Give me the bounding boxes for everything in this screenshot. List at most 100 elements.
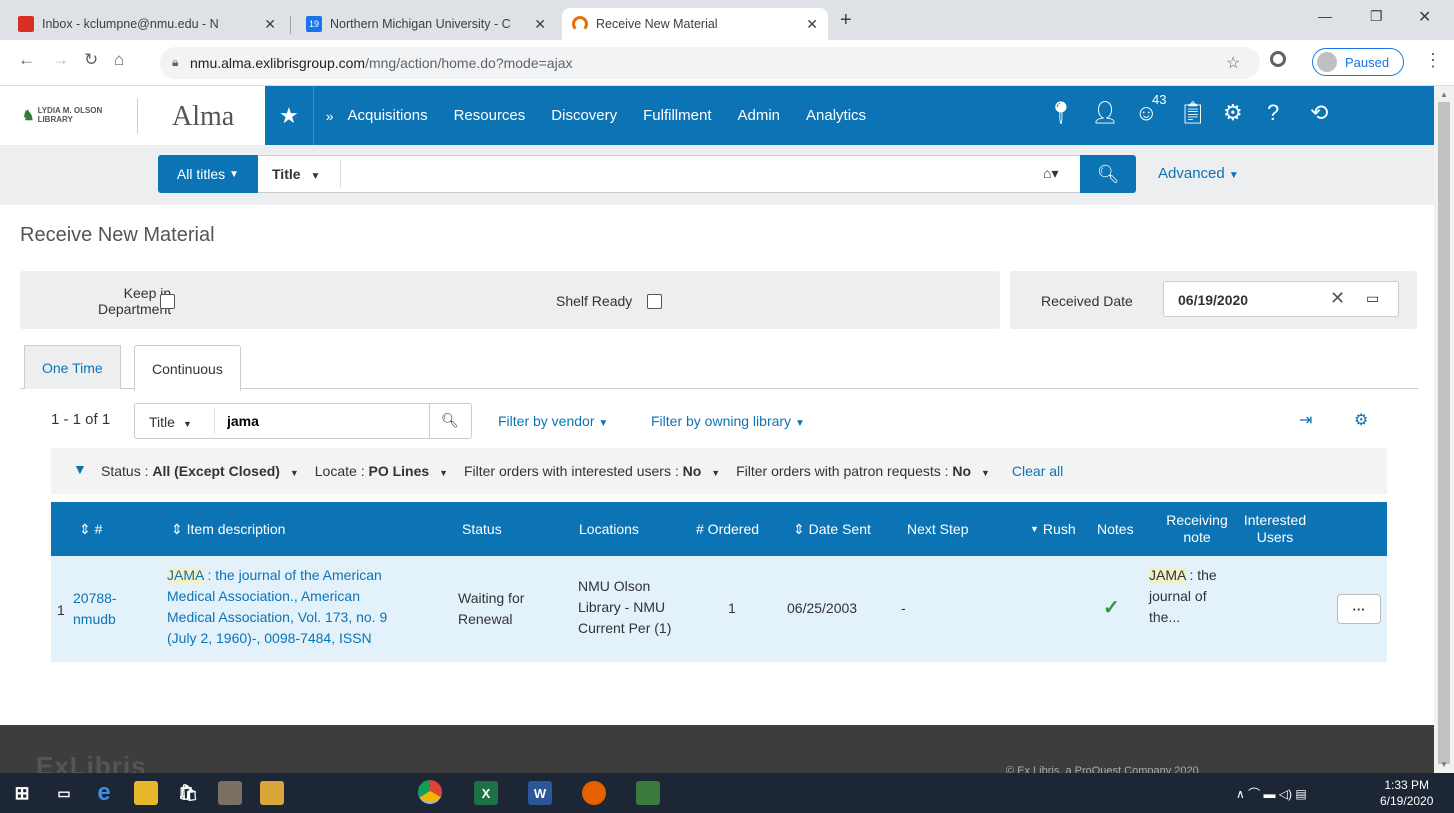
facet-patron-requests[interactable]: Filter orders with patron requests : No … (736, 463, 990, 479)
note-text: the... (1149, 609, 1181, 625)
task-count-badge: 43 (1150, 92, 1169, 107)
search-input[interactable] (348, 162, 1028, 186)
home-icon[interactable]: ⌂ (114, 50, 124, 70)
col-date-sent[interactable]: ⇕ Date Sent (793, 502, 871, 556)
expand-nav-icon[interactable]: » (326, 108, 334, 124)
reload-icon[interactable]: ↻ (84, 50, 98, 70)
col-item-description[interactable]: ⇕ Item description (171, 502, 285, 556)
help-icon[interactable]: ? (1267, 100, 1279, 126)
forward-icon[interactable]: → (52, 50, 69, 70)
search-button[interactable]: 🔍︎ (1080, 155, 1136, 193)
library-logo[interactable]: ♞ LYDIA M. OLSON LIBRARY (22, 106, 132, 124)
close-icon[interactable]: ✕ (528, 16, 546, 33)
nav-fulfillment[interactable]: Fulfillment (643, 107, 711, 124)
clock[interactable]: 1:33 PM 6/19/2020 (1380, 777, 1433, 809)
file-explorer-icon[interactable] (134, 781, 158, 805)
browser-tab-gmail[interactable]: Inbox - kclumpne@nmu.edu - N ✕ (8, 8, 286, 40)
facet-interested-users[interactable]: Filter orders with interested users : No… (464, 463, 720, 479)
window-close-icon[interactable]: ✕ (1418, 7, 1431, 27)
keep-in-department-checkbox[interactable] (160, 294, 175, 309)
po-line-link[interactable]: 20788- nmudb (73, 588, 117, 630)
nav-analytics[interactable]: Analytics (806, 107, 866, 124)
facet-status[interactable]: Status : All (Except Closed) ▼ (101, 463, 299, 479)
shelf-ready-label: Shelf Ready (556, 293, 633, 309)
minimize-icon[interactable]: — (1318, 8, 1332, 24)
tab-label: Continuous (152, 360, 223, 377)
scope-label: All titles (176, 166, 226, 182)
browser-tab-receive[interactable]: Receive New Material ✕ (562, 8, 828, 40)
new-tab-icon[interactable]: + (840, 9, 852, 32)
browser-tab-calendar[interactable]: 19 Northern Michigan University - C ✕ (296, 8, 556, 40)
received-date-field[interactable]: 06/19/2020 ✕ ▭ (1163, 281, 1399, 317)
nav-acquisitions[interactable]: Acquisitions (348, 107, 428, 124)
firefox-icon[interactable] (582, 781, 606, 805)
favorites-star-icon[interactable]: ★ (279, 103, 299, 129)
advanced-search-link[interactable]: Advanced ▼ (1158, 165, 1239, 182)
row-actions-button[interactable]: ··· (1337, 594, 1381, 624)
export-icon[interactable]: ⇥ (1299, 410, 1312, 430)
location-text: Library - NMU (578, 599, 666, 615)
clear-all-link[interactable]: Clear all (1012, 463, 1063, 479)
back-icon[interactable]: ← (18, 50, 35, 70)
edge-icon[interactable]: e (92, 779, 116, 806)
nmu-logo-icon: ♞ (22, 106, 35, 123)
calendar-icon[interactable]: ▭ (1366, 290, 1379, 307)
col-rush[interactable]: ▼ Rush (1030, 502, 1076, 556)
menu-kebab-icon[interactable]: ⋮ (1424, 50, 1442, 71)
page-footer: ExLibris © Ex Libris, a ProQuest Company… (0, 725, 1434, 781)
excel-icon[interactable]: X (474, 781, 498, 805)
location-pin-icon[interactable]: 📍︎ (1047, 100, 1075, 126)
address-bar[interactable]: 🔒︎ nmu.alma.exlibrisgroup.com/mng/action… (160, 47, 1260, 79)
page-scrollbar[interactable]: ▲ ▼ (1434, 86, 1454, 773)
scroll-up-icon[interactable]: ▲ (1440, 90, 1448, 99)
windows-start-icon[interactable]: ⊞ (10, 781, 34, 805)
tab-continuous[interactable]: Continuous (134, 345, 241, 391)
gear-icon[interactable]: ⚙ (1223, 100, 1243, 126)
advanced-label: Advanced (1158, 165, 1225, 182)
search-icon[interactable]: 🔍︎ (441, 412, 459, 429)
clear-date-icon[interactable]: ✕ (1330, 288, 1345, 309)
facet-locate[interactable]: Locate : PO Lines ▼ (315, 463, 448, 479)
filter-by-owning-library[interactable]: Filter by owning library ▼ (651, 413, 805, 429)
list-search-field-dropdown[interactable]: Title ▼ (149, 414, 192, 430)
app-name[interactable]: Alma (172, 101, 234, 133)
gear-icon[interactable]: ⚙ (1354, 410, 1368, 430)
col-number[interactable]: ⇕ # (79, 502, 102, 556)
profile-button[interactable]: Paused (1312, 48, 1404, 76)
app-icon-3[interactable] (636, 781, 660, 805)
clipboard-icon[interactable]: 📋︎ (1179, 100, 1207, 126)
system-tray-icons[interactable]: ∧ ⌒ ▬ ◁) ▤ (1236, 785, 1307, 802)
tab-one-time[interactable]: One Time (24, 345, 121, 389)
filter-by-vendor[interactable]: Filter by vendor ▼ (498, 413, 608, 429)
nav-resources[interactable]: Resources (454, 107, 526, 124)
app-icon-1[interactable] (218, 781, 242, 805)
tab-title: Receive New Material (596, 17, 718, 31)
close-icon[interactable]: ✕ (800, 16, 818, 33)
item-description-link[interactable]: JAMA : the journal of the American Medic… (167, 565, 447, 649)
restore-icon[interactable]: ❐ (1370, 8, 1383, 25)
facet-bar: ▼ Status : All (Except Closed) ▼ Locate … (51, 448, 1387, 494)
col-next-step: Next Step (907, 520, 969, 537)
app-icon-2[interactable] (260, 781, 284, 805)
user-icon[interactable]: 👤︎ (1091, 100, 1119, 126)
nav-admin[interactable]: Admin (738, 107, 781, 124)
list-toolbar: 1 - 1 of 1 Title▼ 🔍︎ Filter by vendor ▼ … (0, 400, 1434, 440)
word-icon[interactable]: W (528, 781, 552, 805)
bookmark-star-icon[interactable]: ☆ (1226, 53, 1240, 73)
task-view-icon[interactable]: ▭ (52, 781, 76, 805)
home-scope-icon[interactable]: ⌂▾ (1043, 165, 1058, 182)
search-scope-dropdown[interactable]: All titles ▼ (158, 155, 258, 193)
extension-icon[interactable] (1270, 51, 1286, 67)
scroll-down-icon[interactable]: ▼ (1440, 760, 1448, 769)
history-icon[interactable]: ⟲ (1310, 100, 1328, 126)
close-icon[interactable]: ✕ (258, 16, 276, 33)
store-icon[interactable]: 🛍︎ (176, 781, 200, 805)
scroll-thumb[interactable] (1438, 102, 1450, 764)
search-field-dropdown[interactable]: Title ▼ (272, 166, 320, 182)
nav-discovery[interactable]: Discovery (551, 107, 617, 124)
url-host: nmu.alma.exlibrisgroup.com (190, 55, 366, 71)
chrome-icon[interactable] (418, 780, 442, 804)
list-search-input[interactable] (227, 410, 417, 432)
shelf-ready-checkbox[interactable] (647, 294, 662, 309)
locations-cell: NMU Olson Library - NMU Current Per (1) (578, 576, 671, 639)
